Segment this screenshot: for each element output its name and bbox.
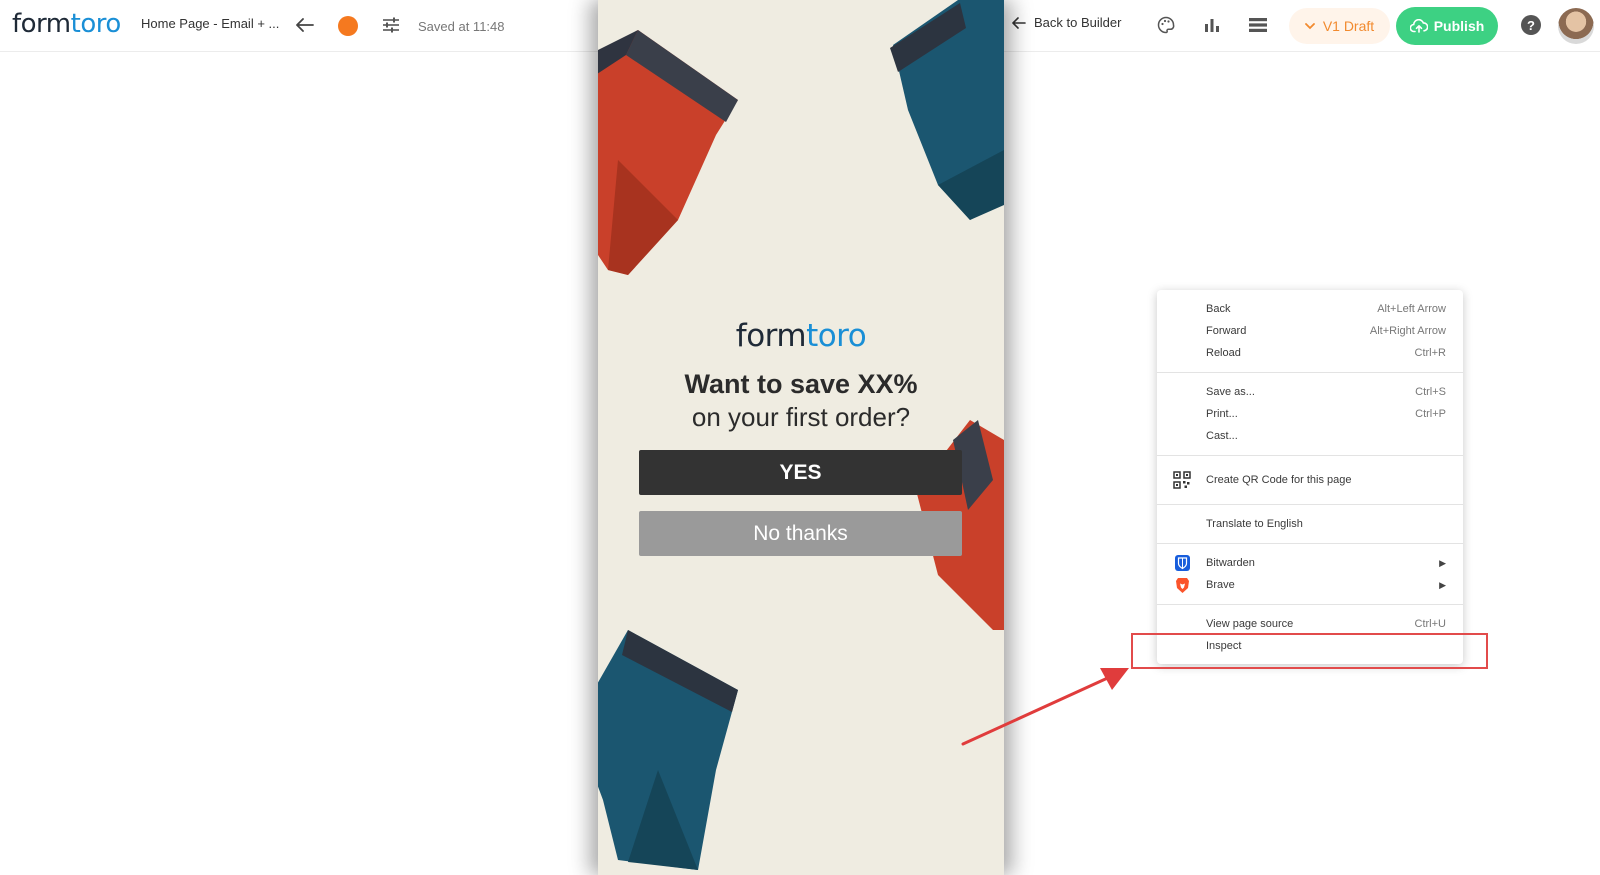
menu-item-cast[interactable]: Cast... <box>1157 425 1463 447</box>
bitwarden-icon <box>1173 554 1191 572</box>
menu-item-label: Reload <box>1206 347 1241 359</box>
qr-code-icon <box>1173 471 1191 489</box>
submenu-arrow-icon: ▶ <box>1439 579 1446 590</box>
menu-item-shortcut: Ctrl+P <box>1415 408 1446 420</box>
menu-item-shortcut: Ctrl+S <box>1415 386 1446 398</box>
menu-item-brave[interactable]: Brave ▶ <box>1157 574 1463 596</box>
palette-icon[interactable] <box>1155 14 1177 36</box>
version-draft-dropdown[interactable]: V1 Draft <box>1289 8 1390 44</box>
product-images <box>598 0 1004 870</box>
menu-item-label: Brave <box>1206 579 1235 591</box>
menu-item-translate[interactable]: Translate to English <box>1157 513 1463 535</box>
menu-item-save-as[interactable]: Save as... Ctrl+S <box>1157 381 1463 403</box>
menu-item-create-qr-code[interactable]: Create QR Code for this page <box>1157 464 1463 496</box>
logo-text-part1: form <box>12 9 71 39</box>
list-icon[interactable] <box>1247 14 1269 36</box>
menu-divider <box>1157 372 1463 373</box>
popup-brand-logo: formtoro <box>598 318 1004 354</box>
menu-item-label: Cast... <box>1206 430 1238 442</box>
brave-icon <box>1173 576 1191 594</box>
help-icon[interactable]: ? <box>1521 15 1541 35</box>
menu-divider <box>1157 543 1463 544</box>
arrow-left-icon <box>1012 16 1026 29</box>
menu-item-label: Back <box>1206 303 1231 315</box>
menu-divider <box>1157 504 1463 505</box>
bar-chart-icon[interactable] <box>1201 14 1223 36</box>
publish-button[interactable]: Publish <box>1396 7 1498 45</box>
yes-button[interactable]: YES <box>639 450 962 495</box>
brand-text-part1: form <box>735 318 807 354</box>
menu-item-label: Create QR Code for this page <box>1206 474 1352 486</box>
popup-preview-canvas: formtoro Want to save XX% on your first … <box>598 0 1004 875</box>
red-shorts-image <box>598 30 738 275</box>
menu-item-bitwarden[interactable]: Bitwarden ▶ <box>1157 552 1463 574</box>
menu-item-reload[interactable]: Reload Ctrl+R <box>1157 342 1463 364</box>
popup-headline: Want to save XX% <box>684 369 918 399</box>
logo-text-part2: toro <box>70 9 122 39</box>
orange-dot-icon[interactable] <box>338 16 358 36</box>
back-to-builder-button[interactable]: Back to Builder <box>1012 15 1121 30</box>
draft-label: V1 Draft <box>1322 18 1375 34</box>
menu-item-label: Translate to English <box>1206 518 1303 530</box>
menu-item-label: View page source <box>1206 618 1294 630</box>
brand-text-part2: toro <box>806 318 867 354</box>
app-logo[interactable]: formtoro <box>12 9 121 39</box>
menu-item-label: Print... <box>1206 408 1238 420</box>
avatar[interactable] <box>1558 8 1594 44</box>
menu-item-label: Forward <box>1206 325 1247 337</box>
menu-item-shortcut: Ctrl+R <box>1414 347 1446 359</box>
popup-subline: on your first order? <box>691 402 911 432</box>
menu-item-shortcut: Ctrl+U <box>1414 618 1446 630</box>
menu-item-label: Save as... <box>1206 386 1255 398</box>
menu-item-print[interactable]: Print... Ctrl+P <box>1157 403 1463 425</box>
sliders-icon[interactable] <box>380 14 402 36</box>
menu-item-label: Bitwarden <box>1206 557 1255 569</box>
saved-status: Saved at 11:48 <box>418 19 505 34</box>
cloud-upload-icon <box>1409 19 1428 33</box>
menu-item-back[interactable]: Back Alt+Left Arrow <box>1157 298 1463 320</box>
back-to-builder-label: Back to Builder <box>1034 15 1122 30</box>
menu-divider <box>1157 455 1463 456</box>
context-menu: Back Alt+Left Arrow Forward Alt+Right Ar… <box>1157 290 1463 664</box>
submenu-arrow-icon: ▶ <box>1439 557 1446 568</box>
menu-item-forward[interactable]: Forward Alt+Right Arrow <box>1157 320 1463 342</box>
no-thanks-button[interactable]: No thanks <box>639 511 962 556</box>
menu-item-view-page-source[interactable]: View page source Ctrl+U <box>1157 613 1463 635</box>
blue-shorts-image <box>890 0 1004 220</box>
inspect-highlight-box <box>1131 633 1488 669</box>
blue-shorts-image-bottom <box>598 630 738 870</box>
chevron-down-icon <box>1304 22 1315 29</box>
arrow-left-icon[interactable] <box>294 14 316 36</box>
publish-label: Publish <box>1433 18 1485 34</box>
menu-item-shortcut: Alt+Right Arrow <box>1369 325 1446 337</box>
menu-item-shortcut: Alt+Left Arrow <box>1377 303 1446 315</box>
page-name[interactable]: Home Page - Email + ... <box>141 16 279 31</box>
menu-divider <box>1157 604 1463 605</box>
